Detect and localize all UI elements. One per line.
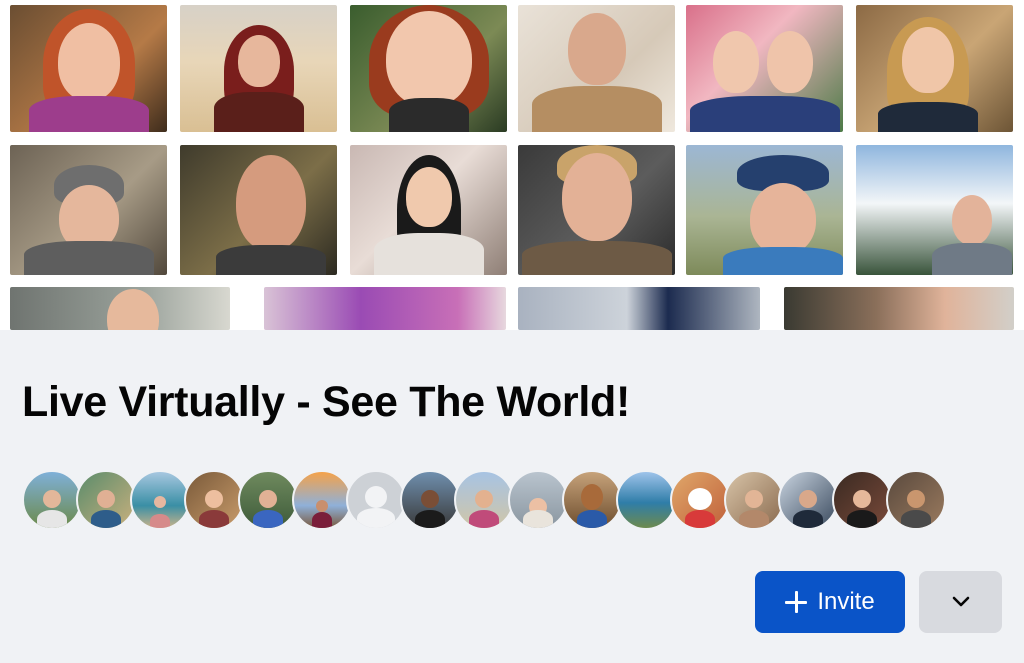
avatar[interactable] [130,470,190,530]
cover-photo-tile [856,145,1013,275]
avatar[interactable] [670,470,730,530]
cover-photo-tile [518,145,675,275]
cover-photo-tile [350,145,507,275]
cover-photo-tile [10,145,167,275]
avatar[interactable] [508,470,568,530]
avatar[interactable] [778,470,838,530]
avatar[interactable] [454,470,514,530]
avatar[interactable] [292,470,352,530]
avatar[interactable] [22,470,82,530]
cover-photo-tile [180,5,337,132]
invite-button[interactable]: Invite [755,571,905,633]
avatar[interactable] [724,470,784,530]
plus-icon [785,591,808,613]
cover-photo-tile [10,287,230,330]
avatar[interactable] [400,470,460,530]
cover-photo-tile [264,287,506,330]
invite-label: Invite [817,588,875,615]
cover-photo-tile [10,5,167,132]
cover-photo-tile [784,287,1014,330]
cover-photo-tile [518,287,760,330]
cover-photo-tile [518,5,675,132]
cover-photo-tile [350,5,507,132]
avatar[interactable] [832,470,892,530]
avatar-placeholder[interactable] [346,470,406,530]
cover-photo-collage[interactable] [0,0,1024,330]
avatar[interactable] [76,470,136,530]
avatar[interactable] [184,470,244,530]
chevron-down-icon [952,596,969,607]
avatar[interactable] [562,470,622,530]
cover-photo-tile [180,145,337,275]
more-options-button[interactable] [919,571,1002,633]
avatar[interactable] [616,470,676,530]
cover-photo-tile [856,5,1013,132]
avatar[interactable] [886,470,946,530]
member-avatars[interactable] [22,470,946,532]
group-title[interactable]: Live Virtually - See The World! [22,378,630,427]
avatar[interactable] [238,470,298,530]
cover-photo-tile [686,5,843,132]
cover-photo-tile [686,145,843,275]
